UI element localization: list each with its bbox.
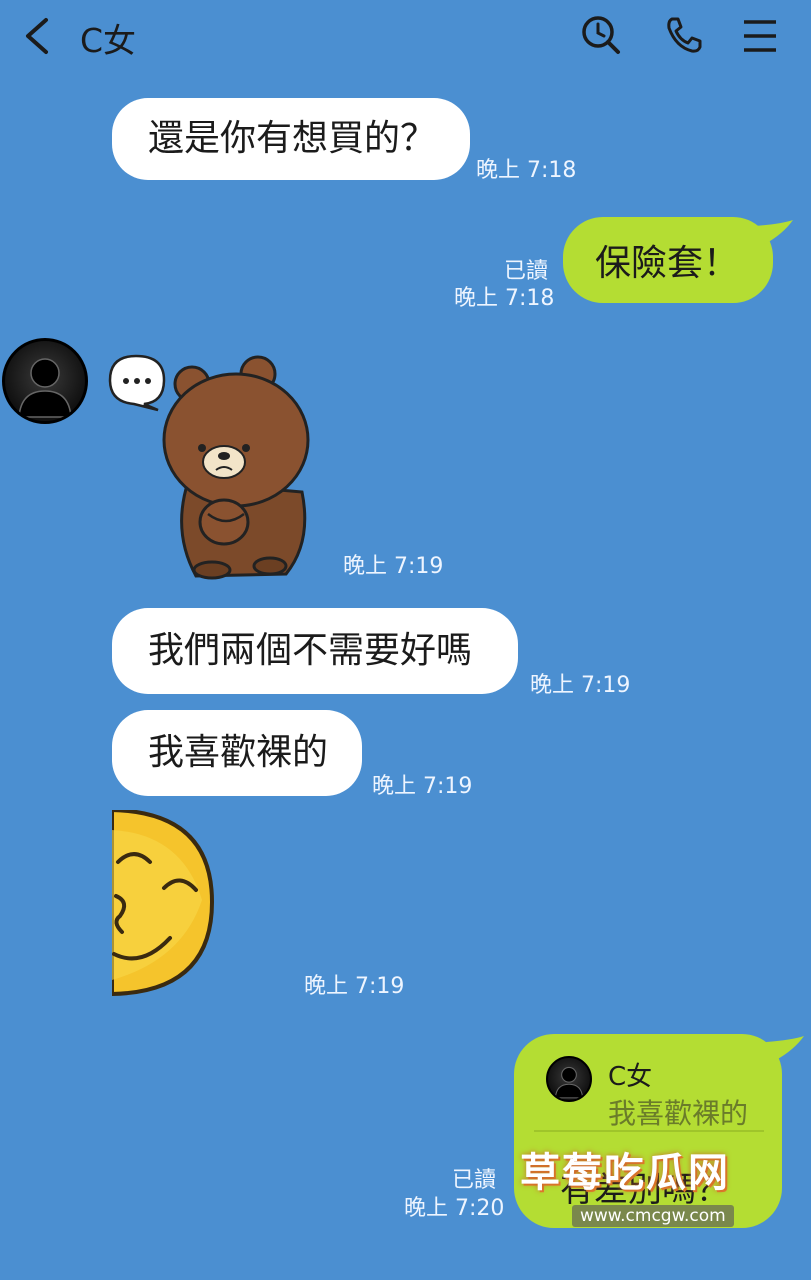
message-text: 還是你有想買的？: [148, 118, 437, 159]
chevron-left-icon[interactable]: [18, 14, 58, 58]
quote-text: 我喜歡裸的: [608, 1097, 749, 1130]
message-time: 晚上 7:18: [454, 286, 555, 311]
bubble-tail: [755, 220, 793, 244]
message-bubble-incoming[interactable]: 我們兩個不需要好嗎: [112, 608, 518, 694]
quote-author: C女: [608, 1062, 653, 1092]
avatar[interactable]: [2, 338, 88, 424]
menu-icon[interactable]: [740, 16, 780, 56]
message-time: 晚上 7:19: [530, 673, 631, 698]
person-silhouette-icon: [554, 1066, 584, 1099]
person-silhouette-icon: [18, 358, 72, 418]
message-bubble-incoming[interactable]: 我喜歡裸的: [112, 710, 362, 796]
message-time: 晚上 7:18: [476, 158, 577, 183]
message-text: 我喜歡裸的: [148, 732, 329, 773]
message-text: 我們兩個不需要好嗎: [148, 630, 473, 671]
search-icon[interactable]: [580, 14, 622, 56]
message-text: 保險套！: [595, 243, 740, 284]
chat-header: C女: [0, 0, 811, 80]
message-time: 晚上 7:20: [404, 1196, 505, 1221]
smirking-face-sticker[interactable]: [112, 810, 216, 1000]
bubble-tail: [766, 1036, 804, 1060]
phone-icon[interactable]: [662, 14, 704, 56]
message-bubble-incoming[interactable]: 還是你有想買的？: [112, 98, 470, 180]
quote-avatar: [546, 1056, 592, 1102]
watermark-url: www.cmcgw.com: [572, 1205, 734, 1227]
message-time: 晚上 7:19: [304, 974, 405, 999]
chat-title: C女: [80, 21, 137, 60]
quote-divider: [534, 1130, 764, 1132]
message-time: 晚上 7:19: [372, 774, 473, 799]
watermark-text: 草莓吃瓜网: [520, 1150, 730, 1196]
message-bubble-outgoing[interactable]: 保險套！: [563, 217, 773, 303]
message-time: 晚上 7:19: [343, 554, 444, 579]
reply-message-bubble[interactable]: C女 我喜歡裸的 有差別嗎？: [514, 1034, 782, 1228]
brown-bear-thinking-sticker[interactable]: [106, 352, 316, 584]
